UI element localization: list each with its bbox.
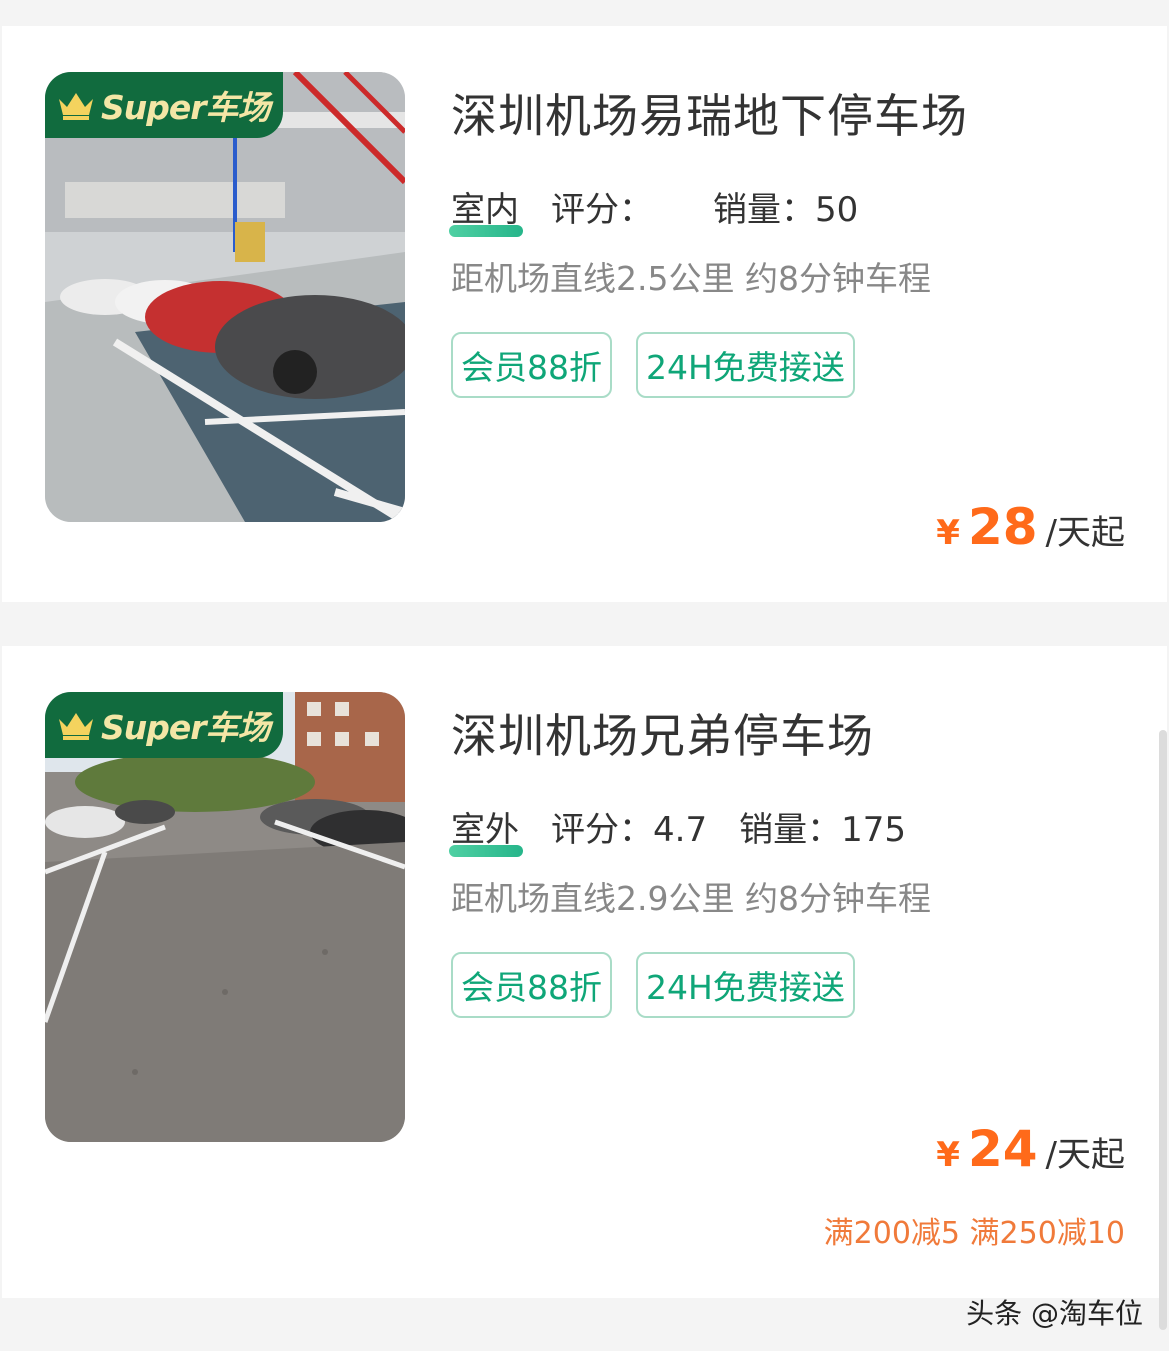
currency-symbol: ¥	[936, 513, 960, 553]
price-value: 28	[967, 498, 1038, 556]
lot-meta: 室内 评分： 销量：50	[449, 182, 890, 237]
sales-label: 销量：	[739, 810, 842, 850]
tag-member-discount: 会员88折	[451, 332, 612, 398]
rating-label: 评分：	[551, 190, 653, 230]
sales: 销量：175	[739, 802, 906, 851]
lot-name: 深圳机场兄弟停车场	[451, 709, 874, 763]
parking-lot-card[interactable]: Super车场 深圳机场易瑞地下停车场 室内 评分： 销量：50 距机场直线2.…	[2, 26, 1167, 602]
super-lot-badge: Super车场	[45, 72, 283, 138]
crown-icon	[59, 93, 93, 120]
lot-meta: 室外 评分：4.7 销量：175	[449, 802, 938, 857]
rating-label: 评分：	[551, 810, 653, 850]
rating: 评分：	[551, 182, 653, 231]
currency-symbol: ¥	[936, 1135, 960, 1175]
price-value: 24	[967, 1120, 1038, 1178]
tag-list: 会员88折 24H免费接送	[451, 952, 879, 1018]
sales-label: 销量：	[713, 190, 815, 230]
rating: 评分：4.7	[551, 802, 707, 851]
tag-list: 会员88折 24H免费接送	[451, 332, 879, 398]
badge-label: Super车场	[101, 88, 271, 127]
price: ¥ 24 /天起	[936, 1120, 1125, 1178]
distance-info: 距机场直线2.9公里 约8分钟车程	[451, 879, 931, 918]
crown-icon	[59, 713, 93, 740]
price-unit: /天起	[1045, 1135, 1125, 1175]
outdoor-lot-image	[45, 692, 405, 1142]
sales-value: 50	[815, 190, 859, 230]
price: ¥ 28 /天起	[936, 498, 1125, 556]
scrollbar[interactable]	[1159, 730, 1167, 1330]
parking-lot-card[interactable]: Super车场 深圳机场兄弟停车场 室外 评分：4.7 销量：175 距机场直线…	[2, 646, 1167, 1298]
environment-badge: 室内	[449, 182, 523, 237]
sales: 销量：50	[713, 182, 858, 231]
tag-free-shuttle: 24H免费接送	[636, 952, 855, 1018]
watermark: 头条 @淘车位	[966, 1297, 1143, 1330]
super-lot-badge: Super车场	[45, 692, 283, 758]
sales-value: 175	[841, 810, 906, 850]
indoor-garage-image	[45, 72, 405, 522]
promotion-text: 满200减5 满250减10	[823, 1216, 1125, 1251]
badge-label: Super车场	[101, 708, 271, 747]
parking-lot-photo[interactable]: Super车场	[45, 72, 405, 522]
tag-free-shuttle: 24H免费接送	[636, 332, 855, 398]
tag-member-discount: 会员88折	[451, 952, 612, 1018]
lot-name: 深圳机场易瑞地下停车场	[451, 89, 968, 143]
distance-info: 距机场直线2.5公里 约8分钟车程	[451, 259, 931, 298]
rating-value: 4.7	[653, 810, 708, 850]
parking-lot-photo[interactable]: Super车场	[45, 692, 405, 1142]
environment-badge: 室外	[449, 802, 523, 857]
price-unit: /天起	[1045, 513, 1125, 553]
